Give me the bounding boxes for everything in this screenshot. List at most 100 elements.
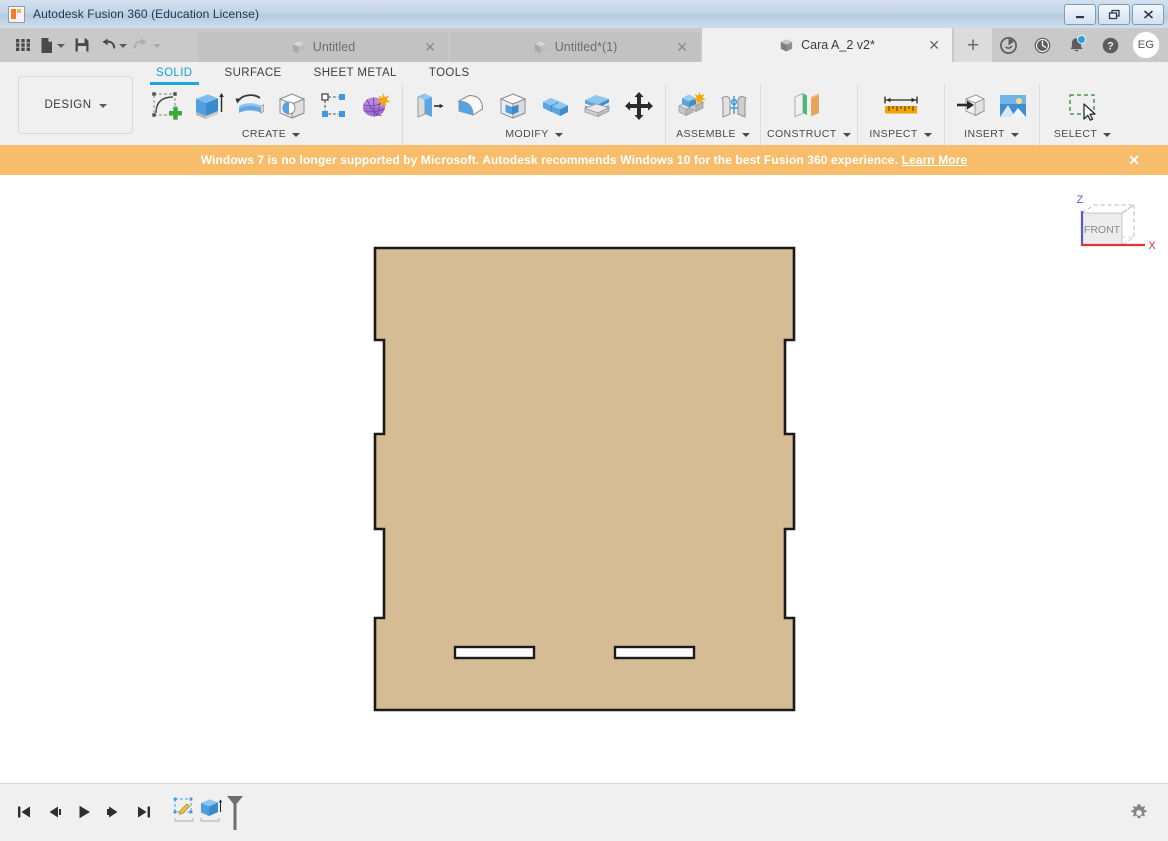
- axis-z-label: Z: [1077, 194, 1084, 206]
- select-window-icon[interactable]: [1060, 85, 1106, 127]
- offset-plane-icon[interactable]: [785, 85, 833, 127]
- fusion360-window: Autodesk Fusion 360 (Education License): [0, 0, 1168, 841]
- create-sketch-icon[interactable]: [146, 85, 186, 127]
- top-right-icon-group: ? EG: [996, 28, 1160, 62]
- extrude-icon[interactable]: [188, 85, 228, 127]
- chevron-down-icon: [554, 132, 563, 137]
- panel-label-text: ASSEMBLE: [676, 128, 736, 140]
- tab-solid-label: SOLID: [156, 67, 193, 79]
- slot-left[interactable]: [453, 645, 536, 660]
- slot-right[interactable]: [613, 645, 696, 660]
- document-tab-untitled[interactable]: Untitled ✕: [198, 32, 448, 62]
- hole-icon[interactable]: [272, 85, 312, 127]
- workspace-switcher-label: DESIGN: [44, 99, 92, 111]
- timeline: [12, 794, 244, 830]
- timeline-feature-extrude-icon[interactable]: [198, 795, 226, 825]
- model-view[interactable]: [0, 175, 1168, 783]
- document-tab-label: Cara A_2 v2*: [801, 38, 875, 52]
- undo-caret-icon[interactable]: [119, 44, 127, 48]
- move-copy-icon[interactable]: [619, 85, 659, 127]
- document-cube-icon: [533, 40, 548, 55]
- timeline-jump-end-button[interactable]: [132, 800, 156, 824]
- new-component-icon[interactable]: [672, 85, 712, 127]
- close-button[interactable]: [1132, 4, 1164, 25]
- avatar[interactable]: EG: [1132, 31, 1160, 59]
- panel-label-text: INSPECT: [869, 128, 918, 140]
- document-tab-untitled-1[interactable]: Untitled*(1) ✕: [450, 32, 700, 62]
- revolve-icon[interactable]: [230, 85, 270, 127]
- shell-icon[interactable]: [493, 85, 533, 127]
- notifications-bell-icon[interactable]: [1064, 33, 1088, 57]
- new-file-icon[interactable]: [38, 32, 67, 58]
- timeline-step-forward-button[interactable]: [102, 800, 126, 824]
- chevron-down-icon: [98, 104, 107, 108]
- joint-icon[interactable]: [714, 85, 754, 127]
- ribbon-panel-construct-label[interactable]: CONSTRUCT: [767, 128, 851, 140]
- ribbon: DESIGN SOLID SURFACE SHEET METAL TOOLS C…: [0, 62, 1168, 145]
- svg-text:?: ?: [1107, 40, 1114, 52]
- insert-image-icon[interactable]: [993, 85, 1033, 127]
- viewport-canvas[interactable]: FRONT Z X: [0, 175, 1168, 783]
- timeline-jump-start-button[interactable]: [12, 800, 36, 824]
- measure-icon[interactable]: [878, 85, 924, 127]
- rectangular-pattern-icon[interactable]: [314, 85, 354, 127]
- timeline-feature-sketch-icon[interactable]: [170, 795, 198, 825]
- split-face-icon[interactable]: [577, 85, 617, 127]
- ribbon-panel-inspect-label[interactable]: INSPECT: [869, 128, 932, 140]
- ribbon-panels: CREATE MODIFY ASSEMBLE CONSTRUCT INSPECT…: [140, 84, 1126, 145]
- tab-solid[interactable]: SOLID: [140, 62, 209, 85]
- banner-learn-more-link[interactable]: Learn More: [902, 153, 968, 167]
- ribbon-panel-modify-label[interactable]: MODIFY: [505, 128, 563, 140]
- close-icon[interactable]: ✕: [676, 40, 688, 54]
- new-document-tab-button[interactable]: +: [954, 28, 992, 62]
- document-cube-icon: [291, 40, 306, 55]
- settings-gear-icon[interactable]: [1128, 802, 1150, 824]
- close-icon[interactable]: ✕: [424, 40, 436, 54]
- close-icon[interactable]: ✕: [928, 38, 940, 52]
- tab-surface[interactable]: SURFACE: [209, 62, 298, 85]
- workspace-switcher-design-button[interactable]: DESIGN: [18, 76, 133, 134]
- ribbon-panel-assemble: ASSEMBLE: [665, 84, 760, 145]
- undo-icon[interactable]: [97, 32, 129, 58]
- panel-label-text: CONSTRUCT: [767, 128, 837, 140]
- restore-button[interactable]: [1098, 4, 1130, 25]
- ribbon-panel-create-label[interactable]: CREATE: [242, 128, 301, 140]
- ribbon-panel-assemble-label[interactable]: ASSEMBLE: [676, 128, 750, 140]
- new-file-caret-icon[interactable]: [57, 44, 65, 48]
- apps-grid-icon[interactable]: [10, 32, 36, 58]
- ribbon-panel-select-label[interactable]: SELECT: [1053, 128, 1112, 140]
- timeline-play-button[interactable]: [72, 800, 96, 824]
- press-pull-icon[interactable]: [409, 85, 449, 127]
- minimize-button[interactable]: [1064, 4, 1096, 25]
- document-tab-cara-a-2[interactable]: Cara A_2 v2* ✕: [702, 28, 952, 62]
- insert-derive-icon[interactable]: [951, 85, 991, 127]
- recent-activity-clock-icon[interactable]: [1030, 33, 1054, 57]
- redo-caret-icon[interactable]: [153, 44, 161, 48]
- axis-x-label: X: [1148, 240, 1156, 252]
- tab-sheet-metal[interactable]: SHEET METAL: [298, 62, 413, 85]
- tab-strip: Untitled ✕ Untitled*(1) ✕ Cara A_2 v2* ✕…: [0, 28, 1168, 62]
- ribbon-panel-construct: CONSTRUCT: [760, 84, 857, 145]
- tab-tools[interactable]: TOOLS: [413, 62, 486, 85]
- help-icon[interactable]: ?: [1098, 33, 1122, 57]
- window-controls: [1064, 4, 1164, 25]
- panel-label-text: MODIFY: [505, 128, 549, 140]
- notched-panel-body[interactable]: [373, 246, 796, 712]
- tab-tools-label: TOOLS: [428, 67, 470, 79]
- job-status-icon[interactable]: [996, 33, 1020, 57]
- fillet-icon[interactable]: [451, 85, 491, 127]
- ribbon-panel-create: CREATE: [140, 84, 402, 145]
- banner-close-icon[interactable]: ✕: [1128, 153, 1140, 167]
- timeline-step-back-button[interactable]: [42, 800, 66, 824]
- panel-label-text: SELECT: [1053, 128, 1098, 140]
- timeline-marker-handle[interactable]: [226, 795, 244, 830]
- save-icon[interactable]: [69, 32, 95, 58]
- redo-icon[interactable]: [131, 32, 163, 58]
- ribbon-panel-insert-label[interactable]: INSERT: [964, 128, 1019, 140]
- ribbon-panel-modify: MODIFY: [402, 84, 665, 145]
- create-form-icon[interactable]: [356, 85, 396, 127]
- tab-surface-label: SURFACE: [224, 67, 282, 79]
- combine-icon[interactable]: [535, 85, 575, 127]
- fusion360-logo-icon: [8, 5, 25, 23]
- view-cube[interactable]: FRONT Z X: [1060, 185, 1160, 260]
